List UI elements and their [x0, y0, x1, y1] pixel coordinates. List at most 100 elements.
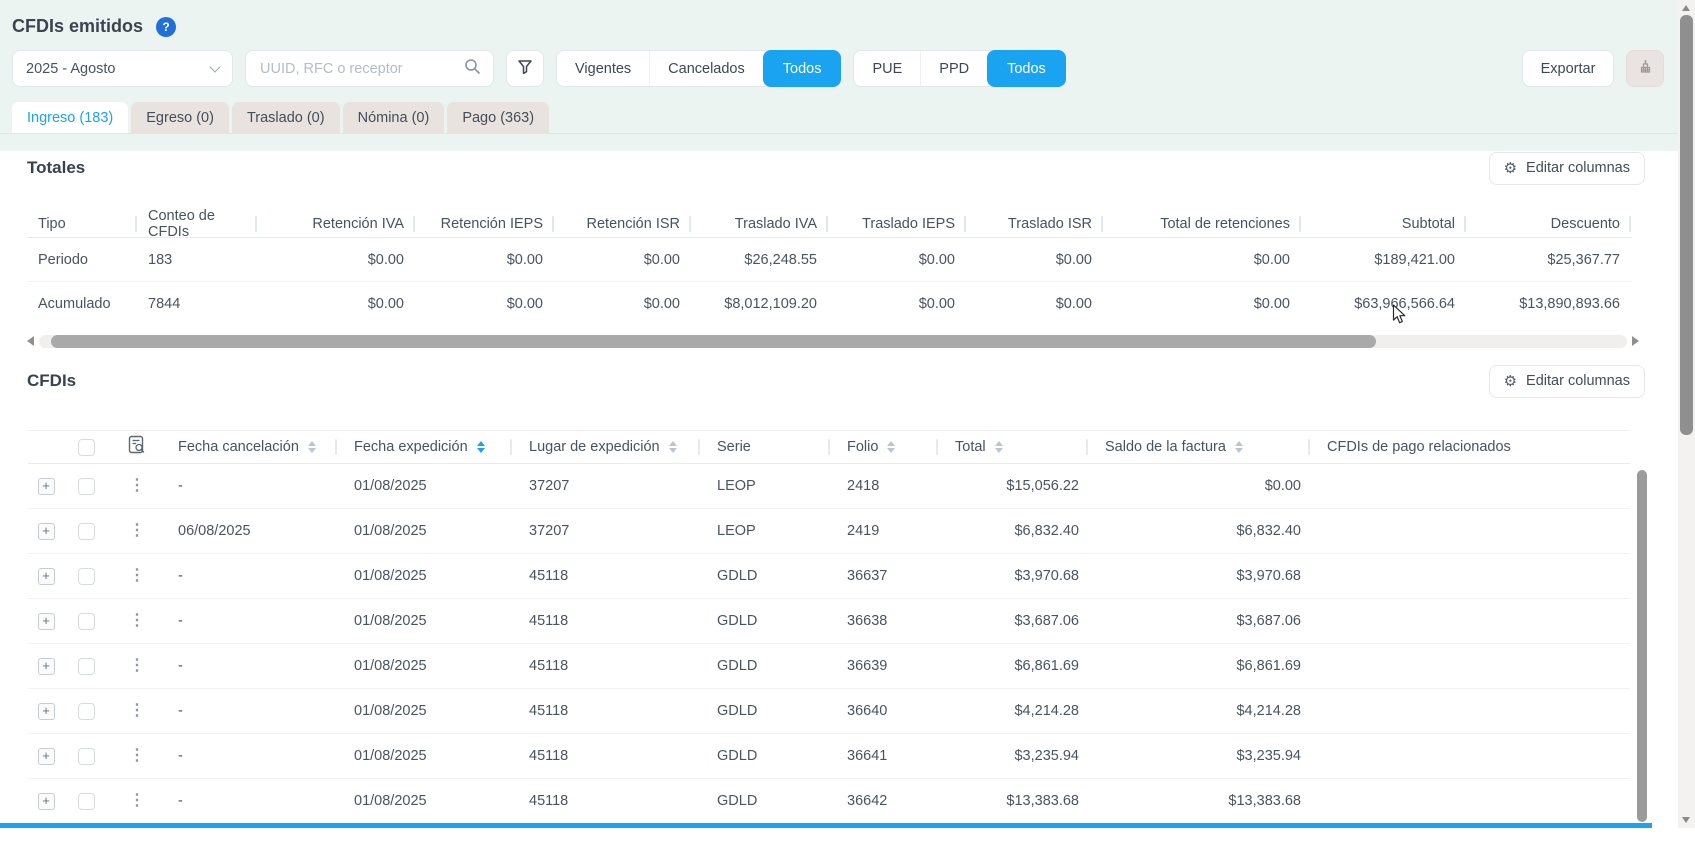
export-button[interactable]: Exportar: [1522, 50, 1614, 87]
column-header-folio[interactable]: Folio: [835, 431, 943, 463]
table-row: + ⋮ - 01/08/2025 37207 LEOP 2418 $15,056…: [28, 464, 1630, 509]
scroll-right-arrow[interactable]: [1632, 336, 1639, 346]
horizontal-scroll-track[interactable]: [39, 334, 1627, 348]
cell-total: $4,214.28: [1014, 703, 1079, 719]
row-checkbox[interactable]: [77, 657, 95, 675]
payment-ppd-button[interactable]: PPD: [920, 51, 987, 86]
column-header-total[interactable]: Total: [943, 431, 1093, 463]
row-menu-icon[interactable]: ⋮: [129, 478, 145, 494]
cell-folio: 2418: [847, 478, 880, 494]
cell-serie: GDLD: [717, 748, 758, 764]
tabs-divider: [0, 133, 1695, 134]
expand-row-button[interactable]: +: [37, 567, 55, 585]
row-menu-icon[interactable]: ⋮: [129, 568, 145, 584]
totales-row-acumulado: Acumulado 7844 $0.00 $0.00 $0.00 $8,012,…: [28, 281, 1632, 325]
expand-row-button[interactable]: +: [37, 657, 55, 675]
help-icon[interactable]: ?: [156, 16, 177, 37]
cell-total-retenciones: $0.00: [1253, 251, 1290, 268]
cell-folio: 36642: [847, 793, 888, 809]
scroll-up-arrow[interactable]: [1682, 5, 1690, 11]
totales-section-header: Totales ⚙ Editar columnas: [0, 151, 1695, 185]
cell-fecha-expedicion: 01/08/2025: [354, 748, 427, 764]
sort-icon[interactable]: [668, 441, 677, 453]
row-checkbox[interactable]: [77, 567, 95, 585]
search-input[interactable]: [258, 59, 456, 78]
column-header-saldo-factura[interactable]: Saldo de la factura: [1093, 431, 1315, 463]
cfdis-edit-columns-button[interactable]: ⚙ Editar columnas: [1488, 364, 1645, 398]
search-box: [245, 50, 494, 87]
file-search-icon[interactable]: [128, 435, 146, 459]
horizontal-scroll-thumb[interactable]: [51, 334, 1376, 348]
expand-row-button[interactable]: +: [37, 477, 55, 495]
row-menu-icon[interactable]: ⋮: [129, 793, 145, 809]
cell-saldo-factura: $6,832.40: [1236, 523, 1301, 539]
payment-todos-button[interactable]: Todos: [987, 50, 1066, 87]
tab-pago[interactable]: Pago (363): [447, 102, 550, 133]
totales-edit-columns-button[interactable]: ⚙ Editar columnas: [1488, 151, 1645, 185]
funnel-icon: [517, 59, 533, 79]
cfdis-section-header: CFDIs ⚙ Editar columnas: [0, 364, 1695, 398]
column-header-serie[interactable]: Serie: [705, 431, 835, 463]
period-select[interactable]: 2025 - Agosto: [12, 50, 233, 87]
table-row: + ⋮ - 01/08/2025 45118 GDLD 36641 $3,235…: [28, 734, 1630, 779]
row-menu-icon[interactable]: ⋮: [129, 523, 145, 539]
row-menu-icon[interactable]: ⋮: [129, 613, 145, 629]
status-vigentes-button[interactable]: Vigentes: [557, 51, 649, 86]
column-header-descuento: Descuento: [1467, 210, 1632, 237]
status-cancelados-button[interactable]: Cancelados: [649, 51, 763, 86]
row-checkbox[interactable]: [77, 747, 95, 765]
sort-icon[interactable]: [887, 441, 896, 453]
tab-traslado[interactable]: Traslado (0): [231, 102, 340, 133]
sort-icon[interactable]: [1234, 441, 1243, 453]
broom-icon: [1637, 58, 1654, 79]
row-checkbox[interactable]: [77, 522, 95, 540]
clean-button-disabled: [1626, 50, 1664, 87]
row-menu-icon[interactable]: ⋮: [129, 703, 145, 719]
sort-icon[interactable]: [994, 441, 1003, 453]
scroll-down-arrow[interactable]: [1682, 817, 1690, 823]
cell-lugar-expedicion: 45118: [529, 613, 569, 629]
chevron-down-icon: [209, 60, 221, 73]
row-checkbox[interactable]: [77, 792, 95, 810]
expand-row-button[interactable]: +: [37, 612, 55, 630]
status-todos-button[interactable]: Todos: [762, 50, 842, 87]
column-header-fecha-expedicion[interactable]: Fecha expedición: [342, 431, 517, 463]
payment-pue-button[interactable]: PUE: [854, 51, 920, 86]
column-label: Fecha cancelación: [178, 439, 299, 455]
row-checkbox[interactable]: [77, 612, 95, 630]
row-menu-icon[interactable]: ⋮: [129, 748, 145, 764]
tab-egreso[interactable]: Egreso (0): [131, 102, 229, 133]
cell-subtotal: $63,966,566.64: [1354, 295, 1455, 312]
sort-icon-active[interactable]: [476, 441, 485, 453]
column-header-traslado-isr: Traslado ISR: [967, 210, 1104, 237]
row-checkbox[interactable]: [77, 477, 95, 495]
cell-folio: 36639: [847, 658, 888, 674]
page-vertical-scrollbar[interactable]: [1678, 0, 1695, 828]
period-select-value: 2025 - Agosto: [26, 60, 116, 77]
sort-icon[interactable]: [307, 441, 316, 453]
expand-row-button[interactable]: +: [37, 702, 55, 720]
cell-fecha-cancelacion: -: [178, 568, 183, 584]
column-header-retencion-ieps: Retención IEPS: [416, 210, 555, 237]
cell-fecha-cancelacion: -: [178, 658, 183, 674]
filter-button[interactable]: [506, 50, 544, 87]
scroll-left-arrow[interactable]: [27, 336, 34, 346]
column-header-lugar-expedicion[interactable]: Lugar de expedición: [517, 431, 705, 463]
vertical-scroll-thumb[interactable]: [1680, 15, 1693, 435]
cell-folio: 2419: [847, 523, 880, 539]
expand-row-button[interactable]: +: [37, 522, 55, 540]
column-header-cfdis-pago: CFDIs de pago relacionados: [1315, 431, 1630, 463]
tab-nomina[interactable]: Nómina (0): [342, 102, 445, 133]
search-icon[interactable]: [464, 58, 481, 79]
tab-ingreso[interactable]: Ingreso (183): [12, 102, 129, 133]
cfdis-table-scrollbar-thumb[interactable]: [1637, 470, 1647, 822]
row-menu-icon[interactable]: ⋮: [129, 658, 145, 674]
expand-row-button[interactable]: +: [37, 747, 55, 765]
column-header-fecha-cancelacion[interactable]: Fecha cancelación: [166, 431, 342, 463]
cell-conteo: 7844: [148, 295, 181, 312]
cell-conteo: 183: [148, 251, 173, 268]
row-checkbox[interactable]: [77, 702, 95, 720]
cell-fecha-cancelacion: -: [178, 748, 183, 764]
select-all-checkbox[interactable]: [77, 438, 95, 456]
expand-row-button[interactable]: +: [37, 792, 55, 810]
